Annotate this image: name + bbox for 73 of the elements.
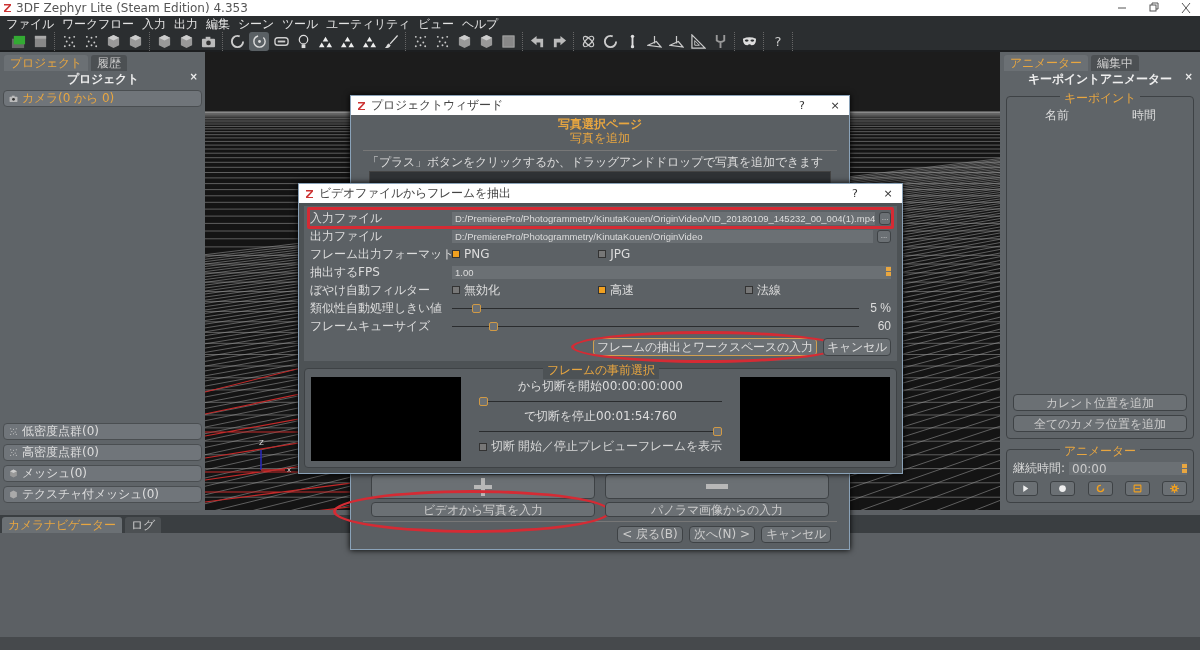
menu-item[interactable]: ワークフロー: [62, 15, 134, 33]
menu-item[interactable]: ファイル: [6, 15, 54, 33]
nav-button[interactable]: キャンセル: [761, 526, 831, 543]
column-header: 時間: [1131, 107, 1156, 124]
nav-button[interactable]: 次へ(N) >: [688, 526, 755, 543]
hint-text: 「プラス」ボタンをクリックするか、ドラッグアンドドロップで写真を追加できます: [366, 154, 824, 170]
tree-item[interactable]: メッシュ(0): [3, 465, 202, 482]
slider-value: 5 %: [869, 301, 891, 315]
tree-item[interactable]: 高密度点群(0): [3, 444, 202, 461]
tab[interactable]: 履歴: [91, 55, 127, 71]
help-button[interactable]: ?: [788, 99, 816, 112]
column-header: 名前: [1044, 107, 1069, 124]
help-button[interactable]: ?: [841, 187, 869, 200]
dialog-button[interactable]: フレームの抽出とワークスペースの入力: [593, 338, 817, 356]
field-label: 出力ファイル: [310, 227, 383, 245]
page-subheading: 写真を追加: [569, 131, 631, 146]
page-heading: 写真選択ページ: [557, 117, 643, 132]
field-label: 入力ファイル: [310, 209, 383, 227]
group-title: フレームの事前選択: [542, 362, 659, 379]
dialog-title: ビデオファイルからフレームを抽出: [319, 185, 511, 202]
help-button[interactable]: ?: [768, 31, 788, 51]
panel-title: プロジェクト: [66, 71, 139, 88]
field-label: 継続時間:: [1013, 460, 1066, 477]
duration-field[interactable]: 00:00: [1069, 462, 1187, 475]
cut-time-label: から切断を開始00:00:00:000: [517, 378, 684, 395]
group-title: アニメーター: [1060, 443, 1140, 460]
option-label: 無効化: [464, 281, 500, 299]
option-label: JPG: [610, 247, 631, 261]
close-button[interactable]: ×: [189, 71, 198, 82]
option-label: PNG: [464, 247, 490, 261]
add-button[interactable]: 全てのカメラ位置を追加: [1013, 415, 1187, 432]
browse-button[interactable]: ...: [877, 229, 891, 243]
menu-item[interactable]: ツール: [282, 15, 318, 33]
field-label: 類似性自動処理しきい値: [310, 299, 443, 317]
checkbox-label: 切断 開始／停止プレビューフレームを表示: [490, 438, 723, 455]
option-label: 法線: [756, 281, 781, 299]
number-field[interactable]: 1.00: [452, 265, 891, 279]
path-field[interactable]: D:/PremierePro/Photogrammetry/KinutaKouen/OriginVideo: [452, 229, 873, 243]
tab[interactable]: アニメーター: [1004, 55, 1088, 71]
menu-item[interactable]: ヘルプ: [462, 15, 498, 33]
path-field[interactable]: D:/PremierePro/Photogrammetry/KinutaKouen/OriginVideo/VID_20180109_145232_00_004(1).mp4: [452, 211, 876, 225]
import-button[interactable]: ビデオから写真を入力: [371, 502, 595, 517]
add-button[interactable]: カレント位置を追加: [1013, 394, 1187, 411]
menu-item[interactable]: ユーティリティ: [326, 15, 410, 33]
menu-item[interactable]: 出力: [174, 15, 198, 33]
tab[interactable]: 編集中: [1091, 55, 1139, 71]
field-label: フレームキューサイズ: [310, 317, 431, 335]
window-title: 3DF Zephyr Lite (Steam Edition) 4.353: [16, 1, 248, 15]
panel-title: キーポイントアニメーター: [1028, 71, 1172, 88]
menu-item[interactable]: シーン: [238, 15, 274, 33]
cut-time-label: で切断を停止00:01:54:760: [523, 408, 678, 425]
close-button[interactable]: ×: [1184, 71, 1193, 82]
tab[interactable]: カメラナビゲーター: [2, 517, 122, 533]
field-label: ぼやけ自動フィルター: [310, 281, 431, 299]
tree-item[interactable]: 低密度点群(0): [3, 423, 202, 440]
group-title: キーポイント: [1060, 90, 1140, 107]
menu-item[interactable]: 入力: [142, 15, 166, 33]
import-button[interactable]: パノラマ画像からの入力: [605, 502, 829, 517]
option-label: 高速: [610, 281, 635, 299]
tab[interactable]: ログ: [125, 517, 161, 533]
browse-button[interactable]: ...: [879, 211, 891, 225]
dialog-button[interactable]: キャンセル: [823, 338, 891, 356]
close-button[interactable]: ×: [821, 99, 849, 112]
menu-item[interactable]: ビュー: [418, 15, 454, 33]
tree-item[interactable]: テクスチャ付メッシュ(0): [3, 486, 202, 503]
slider-value: 60: [876, 319, 891, 333]
menu-item[interactable]: 編集: [206, 15, 230, 33]
dialog-title: プロジェクトウィザード: [371, 97, 503, 114]
nav-button[interactable]: < 戻る(B): [617, 526, 683, 543]
close-button[interactable]: ×: [874, 187, 902, 200]
tree-item[interactable]: カメラ(0 から 0): [3, 90, 202, 107]
field-label: 抽出するFPS: [310, 263, 381, 281]
tab[interactable]: プロジェクト: [4, 55, 88, 71]
